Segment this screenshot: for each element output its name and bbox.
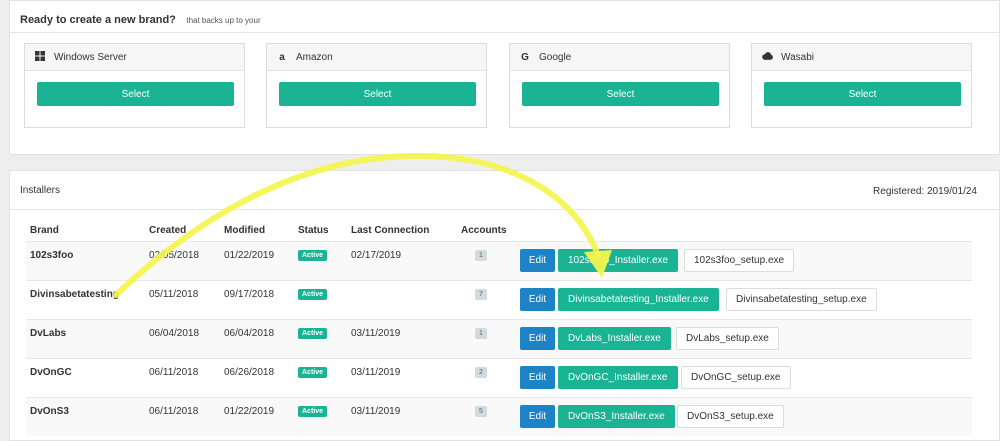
edit-button[interactable]: Edit bbox=[520, 366, 555, 389]
edit-button[interactable]: Edit bbox=[520, 249, 555, 272]
column-header-modified: Modified bbox=[224, 225, 266, 236]
column-header-accounts: Accounts bbox=[461, 225, 507, 236]
column-header-brand: Brand bbox=[30, 225, 59, 236]
amazon-icon: a bbox=[279, 51, 285, 63]
accounts-count: 7 bbox=[475, 289, 487, 300]
provider-card-google: G Google Select bbox=[509, 43, 730, 128]
provider-card-windows-server: Windows Server Select bbox=[24, 43, 245, 128]
table-row: DvOnS3 06/11/2018 01/22/2019 Active 03/1… bbox=[26, 397, 972, 436]
last-connection: 03/11/2019 bbox=[351, 406, 401, 417]
brand-name: DvOnS3 bbox=[30, 406, 69, 417]
installers-title: Installers bbox=[20, 185, 61, 196]
table-row: 102s3foo 02/05/2018 01/22/2019 Active 02… bbox=[26, 241, 972, 280]
select-windows-server-button[interactable]: Select bbox=[37, 82, 234, 106]
new-brand-subtitle: that backs up to your bbox=[186, 16, 261, 25]
last-connection: 03/11/2019 bbox=[351, 367, 401, 378]
status-badge: Active bbox=[298, 406, 328, 417]
status-badge: Active bbox=[298, 367, 328, 378]
edit-button[interactable]: Edit bbox=[520, 405, 555, 428]
last-connection: 02/17/2019 bbox=[351, 250, 402, 261]
brand-name: 102s3foo bbox=[30, 250, 74, 261]
brand-name: DvLabs bbox=[30, 328, 67, 339]
status-badge: Active bbox=[298, 289, 328, 300]
setup-download-button[interactable]: DvOnS3_setup.exe bbox=[677, 405, 784, 428]
modified-date: 01/22/2019 bbox=[224, 406, 275, 417]
select-wasabi-button[interactable]: Select bbox=[764, 82, 961, 106]
column-header-last-connection: Last Connection bbox=[351, 225, 430, 236]
select-amazon-button[interactable]: Select bbox=[279, 82, 476, 106]
provider-header: G Google bbox=[510, 44, 729, 71]
new-brand-panel: Ready to create a new brand? that backs … bbox=[9, 0, 1000, 155]
cloud-icon bbox=[761, 51, 773, 63]
brand-name: Divinsabetatesting bbox=[30, 289, 119, 300]
edit-button[interactable]: Edit bbox=[520, 327, 555, 350]
installers-header: Installers Registered: 2019/01/24 bbox=[10, 171, 999, 210]
provider-card-wasabi: Wasabi Select bbox=[751, 43, 972, 128]
installer-download-button[interactable]: DvOnS3_Installer.exe bbox=[558, 405, 675, 428]
windows-icon bbox=[34, 50, 46, 64]
provider-header: Windows Server bbox=[25, 44, 244, 71]
select-google-button[interactable]: Select bbox=[522, 82, 719, 106]
installer-download-button[interactable]: DvLabs_Installer.exe bbox=[558, 327, 671, 350]
setup-download-button[interactable]: Divinsabetatesting_setup.exe bbox=[726, 288, 877, 311]
created-date: 05/11/2018 bbox=[149, 289, 199, 300]
created-date: 06/04/2018 bbox=[149, 328, 200, 339]
table-row: DvOnGC 06/11/2018 06/26/2018 Active 03/1… bbox=[26, 358, 972, 397]
last-connection: 03/11/2019 bbox=[351, 328, 401, 339]
registered-date: Registered: 2019/01/24 bbox=[873, 186, 977, 197]
new-brand-header: Ready to create a new brand? that backs … bbox=[10, 1, 999, 33]
accounts-count: 1 bbox=[475, 328, 487, 339]
installer-download-button[interactable]: 102s3foo_Installer.exe bbox=[558, 249, 679, 272]
new-brand-title: Ready to create a new brand? bbox=[20, 14, 176, 26]
provider-name: Google bbox=[539, 51, 572, 63]
modified-date: 06/26/2018 bbox=[224, 367, 275, 378]
table-row: DvLabs 06/04/2018 06/04/2018 Active 03/1… bbox=[26, 319, 972, 358]
created-date: 06/11/2018 bbox=[149, 406, 199, 417]
created-date: 06/11/2018 bbox=[149, 367, 199, 378]
setup-download-button[interactable]: DvOnGC_setup.exe bbox=[681, 366, 791, 389]
provider-name: Amazon bbox=[296, 51, 333, 63]
status-badge: Active bbox=[298, 328, 328, 339]
provider-name: Wasabi bbox=[781, 51, 814, 63]
modified-date: 06/04/2018 bbox=[224, 328, 275, 339]
column-header-status: Status bbox=[298, 225, 329, 236]
provider-header: a Amazon bbox=[267, 44, 486, 71]
provider-header: Wasabi bbox=[752, 44, 971, 71]
table-row: Divinsabetatesting 05/11/2018 09/17/2018… bbox=[26, 280, 972, 319]
accounts-count: 5 bbox=[475, 406, 487, 417]
edit-button[interactable]: Edit bbox=[520, 288, 555, 311]
setup-download-button[interactable]: 102s3foo_setup.exe bbox=[684, 249, 795, 272]
installer-download-button[interactable]: DvOnGC_Installer.exe bbox=[558, 366, 678, 389]
installer-download-button[interactable]: Divinsabetatesting_Installer.exe bbox=[558, 288, 719, 311]
accounts-count: 1 bbox=[475, 250, 487, 261]
provider-name: Windows Server bbox=[54, 51, 127, 63]
status-badge: Active bbox=[298, 250, 328, 261]
modified-date: 01/22/2019 bbox=[224, 250, 275, 261]
modified-date: 09/17/2018 bbox=[224, 289, 275, 300]
installers-panel: Installers Registered: 2019/01/24 Brand … bbox=[9, 170, 1000, 441]
brand-name: DvOnGC bbox=[30, 367, 72, 378]
google-icon: G bbox=[521, 51, 529, 63]
accounts-count: 2 bbox=[475, 367, 487, 378]
setup-download-button[interactable]: DvLabs_setup.exe bbox=[676, 327, 779, 350]
column-header-created: Created bbox=[149, 225, 187, 236]
provider-card-amazon: a Amazon Select bbox=[266, 43, 487, 128]
created-date: 02/05/2018 bbox=[149, 250, 200, 261]
